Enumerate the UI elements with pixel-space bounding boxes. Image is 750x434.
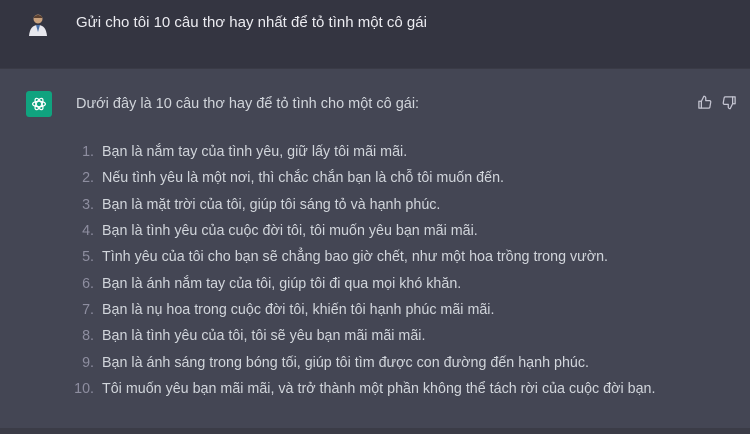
list-item-text: Bạn là nắm tay của tình yêu, giữ lấy tôi… bbox=[102, 144, 408, 161]
list-item: 1. Bạn là nắm tay của tình yêu, giữ lấy t… bbox=[60, 139, 655, 165]
list-item: 10. Tôi muốn yêu bạn mãi mãi, và trở thàn… bbox=[60, 376, 655, 402]
list-item: 7. Bạn là nụ hoa trong cuộc đời tôi, khiế… bbox=[60, 297, 655, 323]
list-item-text: Bạn là ánh sáng trong bóng tối, giúp tôi… bbox=[102, 354, 589, 371]
list-item: 4. Bạn là tình yêu của cuộc đời tôi, tôi … bbox=[60, 218, 655, 244]
thumbs-up-icon[interactable] bbox=[695, 93, 713, 111]
list-item-number: 1. bbox=[82, 144, 94, 161]
assistant-message: Dưới đây là 10 câu thơ hay để tỏ tình ch… bbox=[0, 68, 750, 429]
list-item-number: 4. bbox=[82, 223, 94, 240]
list-item: 6. Bạn là ánh nắm tay của tôi, giúp tôi đ… bbox=[60, 270, 655, 296]
list-item: 8. Bạn là tình yêu của tôi, tôi sẽ yêu bạ… bbox=[60, 323, 655, 349]
list-item-text: Bạn là nụ hoa trong cuộc đời tôi, khiến … bbox=[102, 301, 495, 318]
list-item-number: 8. bbox=[82, 328, 94, 345]
openai-logo-icon bbox=[26, 91, 52, 117]
user-message-text: Gửi cho tôi 10 câu thơ hay nhất để tỏ tì… bbox=[76, 14, 427, 31]
list-item-number: 5. bbox=[82, 249, 94, 266]
bottom-divider bbox=[0, 428, 750, 434]
list-item: 2. Nếu tình yêu là một nơi, thì chắc chắn… bbox=[60, 165, 655, 191]
user-avatar-icon bbox=[26, 12, 50, 38]
list-item-number: 2. bbox=[82, 170, 94, 187]
list-item-number: 3. bbox=[82, 196, 94, 213]
list-item-number: 6. bbox=[82, 275, 94, 292]
assistant-intro: Dưới đây là 10 câu thơ hay để tỏ tình ch… bbox=[76, 96, 420, 112]
list-item-text: Nếu tình yêu là một nơi, thì chắc chắn b… bbox=[102, 170, 504, 187]
user-message: Gửi cho tôi 10 câu thơ hay nhất để tỏ tì… bbox=[0, 0, 750, 68]
list-item-text: Bạn là ánh nắm tay của tôi, giúp tôi đi … bbox=[102, 275, 462, 292]
list-item-number: 7. bbox=[82, 301, 94, 318]
list-item: 9. Bạn là ánh sáng trong bóng tối, giúp t… bbox=[60, 349, 655, 375]
list-item-text: Bạn là tình yêu của cuộc đời tôi, tôi mu… bbox=[102, 223, 478, 240]
list-item-text: Bạn là mặt trời của tôi, giúp tôi sáng t… bbox=[102, 196, 441, 213]
list-item: 5. Tình yêu của tôi cho bạn sẽ chẳng bao … bbox=[60, 244, 655, 270]
list-item-text: Bạn là tình yêu của tôi, tôi sẽ yêu bạn … bbox=[102, 328, 426, 345]
list-item-number: 9. bbox=[82, 354, 94, 371]
list-item-number: 10. bbox=[74, 380, 94, 397]
list-item: 3. Bạn là mặt trời của tôi, giúp tôi sáng… bbox=[60, 192, 655, 218]
thumbs-down-icon[interactable] bbox=[720, 93, 738, 111]
list-item-text: Tôi muốn yêu bạn mãi mãi, và trở thành m… bbox=[102, 380, 656, 397]
poem-list: 1. Bạn là nắm tay của tình yêu, giữ lấy t… bbox=[60, 139, 655, 402]
list-item-text: Tình yêu của tôi cho bạn sẽ chẳng bao gi… bbox=[102, 249, 609, 266]
